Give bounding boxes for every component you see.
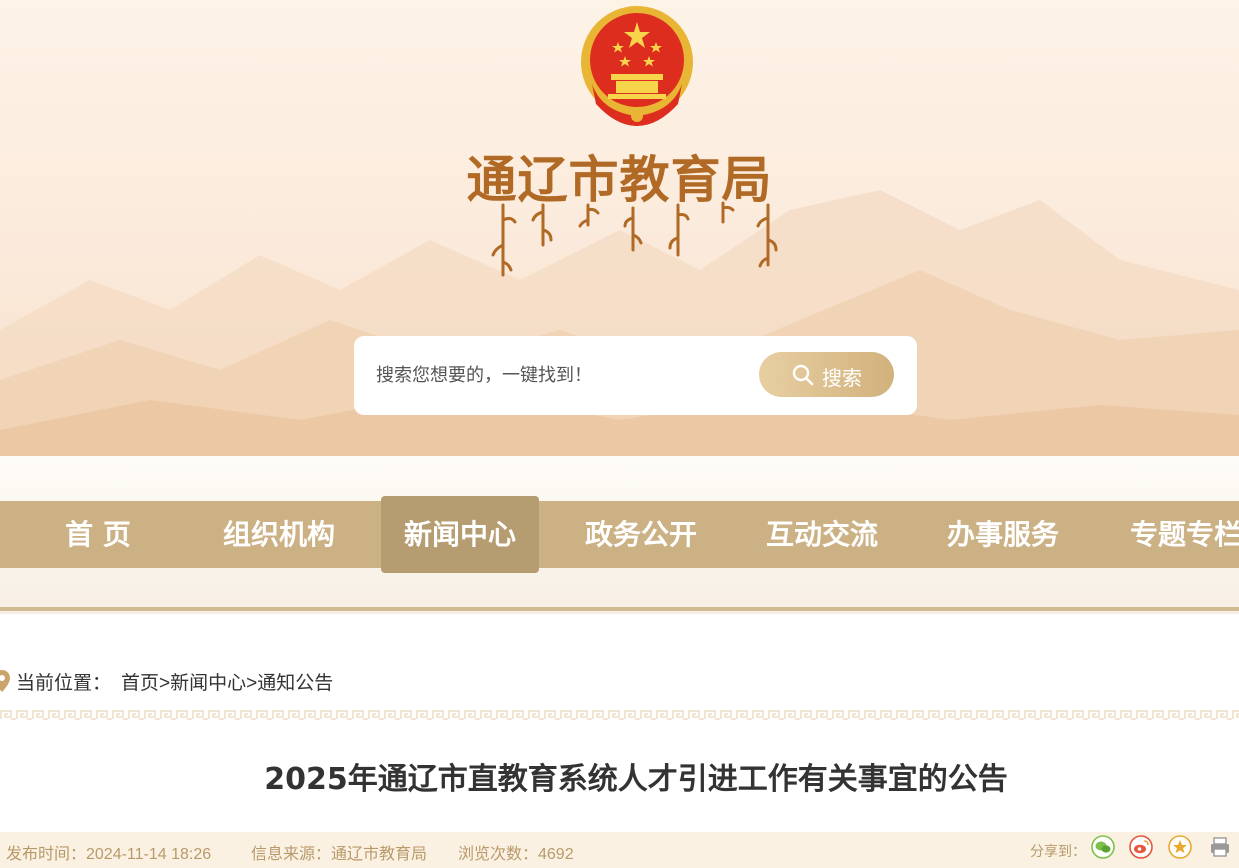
- publish-time: 发布时间：2024-11-14 18:26: [6, 846, 212, 863]
- nav-item-special-topics[interactable]: 专题专栏: [1115, 501, 1239, 568]
- breadcrumb-separator: >: [246, 673, 258, 694]
- print-icon[interactable]: [1208, 835, 1232, 859]
- favorite-icon[interactable]: [1168, 835, 1192, 859]
- breadcrumb-prefix: 当前位置：: [16, 673, 112, 694]
- search-button-label: 搜索: [822, 368, 862, 390]
- nav-divider: [0, 607, 1239, 611]
- nav-item-gov-affairs[interactable]: 政务公开: [573, 501, 709, 568]
- mongolian-script-title: [491, 201, 778, 277]
- view-count: 浏览次数：4692: [458, 846, 574, 863]
- breadcrumb-news-link[interactable]: 新闻中心: [170, 673, 246, 694]
- share-label: 分享到：: [1030, 843, 1086, 859]
- nav-item-services[interactable]: 办事服务: [935, 501, 1071, 568]
- nav-item-home[interactable]: 首 页: [40, 501, 156, 568]
- info-source: 信息来源：通辽市教育局: [251, 846, 428, 863]
- breadcrumb-separator: >: [159, 673, 171, 694]
- weibo-icon[interactable]: [1129, 835, 1153, 859]
- search-box: 搜索: [354, 336, 917, 415]
- breadcrumb-links: 首页>新闻中心>通知公告: [121, 668, 333, 695]
- main-nav: 首 页 组织机构 新闻中心 政务公开 互动交流 办事服务 专题专栏: [0, 496, 1239, 573]
- nav-area: 首 页 组织机构 新闻中心 政务公开 互动交流 办事服务 专题专栏: [0, 456, 1239, 614]
- wechat-icon[interactable]: [1091, 835, 1115, 859]
- article-title: 2025年通辽市直教育系统人才引进工作有关事宜的公告: [264, 762, 1008, 797]
- breadcrumb-home-link[interactable]: 首页: [121, 673, 159, 694]
- article-meta-bar: 发布时间：2024-11-14 18:26 信息来源：通辽市教育局 浏览次数：4…: [0, 832, 1239, 868]
- national-emblem-icon: [581, 6, 693, 126]
- fret-pattern-divider: [0, 710, 1239, 720]
- article-content: 当前位置： 首页>新闻中心>通知公告 2025年通辽市直教育系统人才引进工作有关…: [0, 614, 1239, 868]
- site-header: 通辽市教育局 搜索: [0, 0, 1239, 456]
- nav-item-news[interactable]: 新闻中心: [381, 496, 539, 573]
- search-input[interactable]: [376, 356, 736, 394]
- nav-item-interaction[interactable]: 互动交流: [754, 501, 890, 568]
- breadcrumb-notices-link[interactable]: 通知公告: [257, 673, 333, 694]
- location-pin-icon: [0, 670, 10, 692]
- search-icon: [792, 364, 814, 386]
- search-button[interactable]: 搜索: [759, 352, 894, 397]
- nav-item-organization[interactable]: 组织机构: [211, 501, 347, 568]
